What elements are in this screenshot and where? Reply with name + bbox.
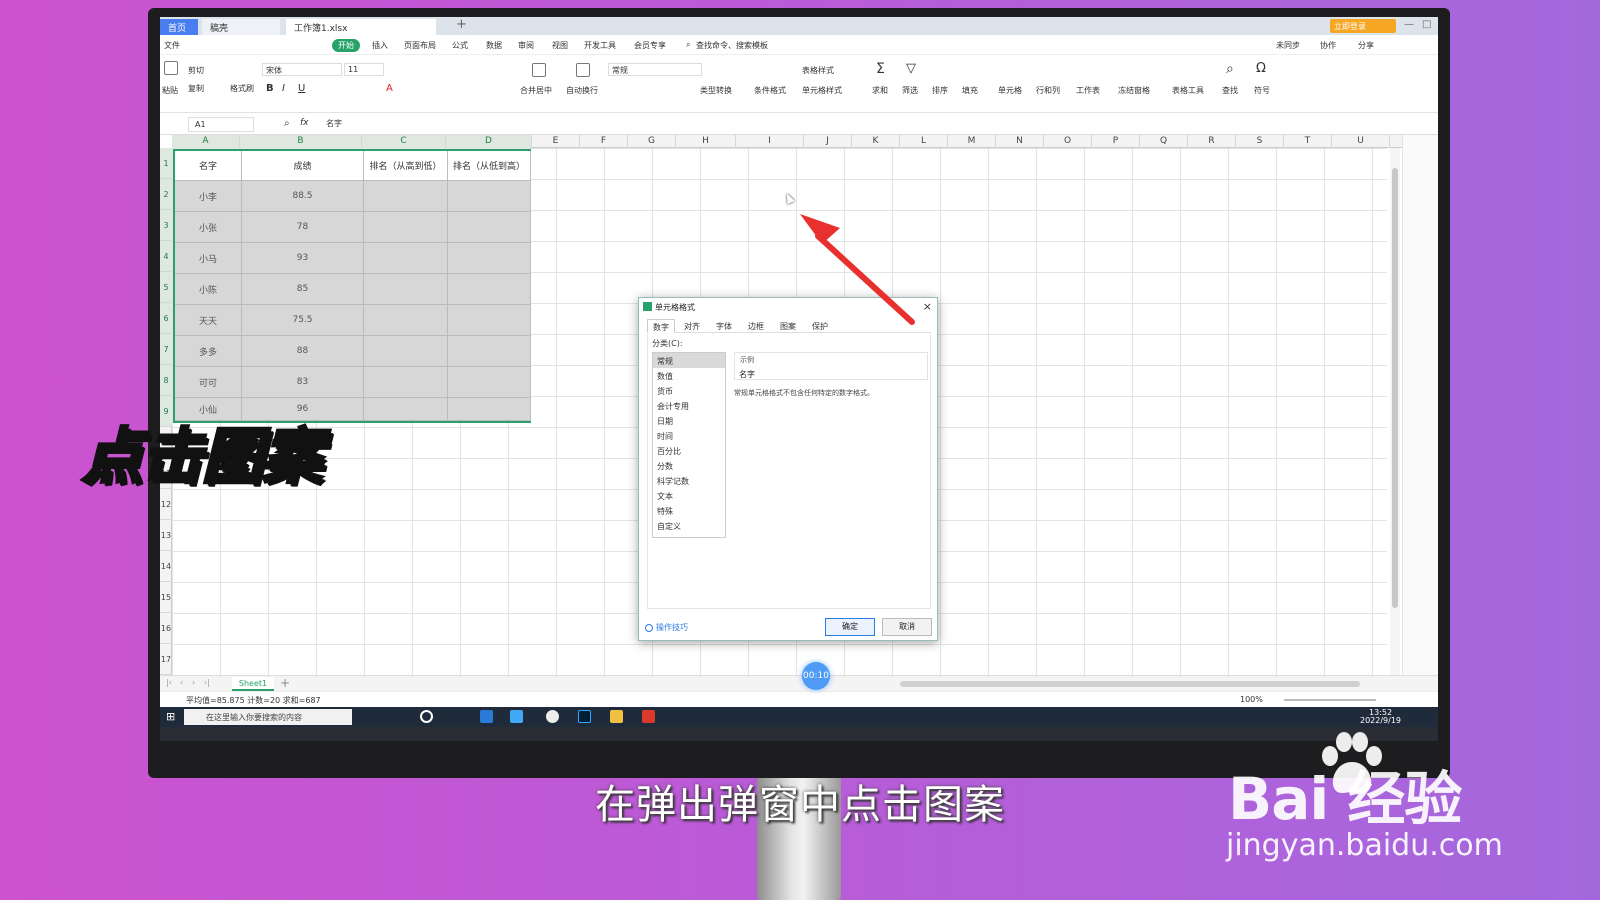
arrow-shaft — [815, 233, 915, 325]
video-timer: 00:10 — [802, 662, 830, 690]
caption-overlay: 点击图案 — [81, 421, 324, 494]
baidu-jingyan-url: jingyan.baidu.com — [1226, 828, 1503, 863]
baidu-jingyan-logo: Bai 经验 — [1228, 765, 1462, 833]
arrow-head — [800, 214, 840, 244]
